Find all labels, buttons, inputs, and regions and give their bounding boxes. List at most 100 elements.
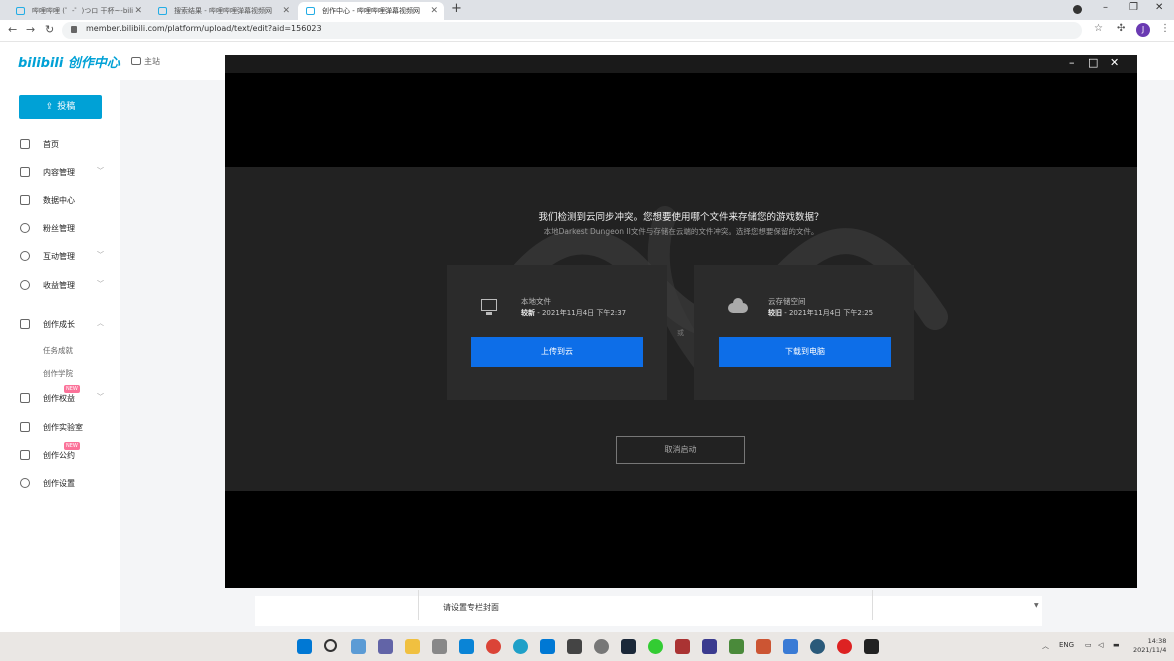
xbox-icon[interactable] bbox=[648, 639, 663, 654]
browser-tab-strip: 哔哩哔哩 (゜-゜)つロ 干杯~-bili ✕ 搜索结果 - 哔哩哔哩弹幕视频网… bbox=[0, 0, 1174, 20]
bilibili-favicon-icon bbox=[16, 7, 25, 15]
tab-close-icon[interactable]: ✕ bbox=[134, 2, 142, 20]
editor-area bbox=[255, 596, 1042, 626]
profile-avatar[interactable]: J bbox=[1136, 23, 1150, 37]
sidebar-item-interaction[interactable]: 互动管理 ﹀ bbox=[0, 246, 120, 266]
money-bag-icon bbox=[20, 280, 30, 290]
sidebar-item-data[interactable]: 数据中心 bbox=[0, 190, 120, 210]
sidebar-item-label: 创作公约 bbox=[43, 451, 75, 460]
sidebar-item-convention[interactable]: 创作公约 NEW bbox=[0, 442, 120, 465]
edge-icon[interactable] bbox=[513, 639, 528, 654]
browser-tab-active[interactable]: 创作中心 - 哔哩哔哩弹幕视频网 ✕ bbox=[298, 2, 444, 20]
download-to-pc-button[interactable]: 下载到电脑 bbox=[719, 337, 891, 367]
battery-icon[interactable]: ▬ bbox=[1113, 641, 1120, 649]
search-icon[interactable] bbox=[324, 639, 337, 652]
cover-setting-label[interactable]: 请设置专栏封面 bbox=[443, 602, 499, 613]
sidebar-item-settings[interactable]: 创作设置 bbox=[0, 473, 120, 493]
back-icon[interactable]: ← bbox=[8, 23, 17, 36]
window-close-button[interactable]: ✕ bbox=[1155, 2, 1163, 13]
clock[interactable]: 14:38 2021/11/4 bbox=[1133, 637, 1166, 655]
app-icon[interactable] bbox=[756, 639, 771, 654]
language-indicator[interactable]: ENG bbox=[1059, 641, 1074, 649]
home-link[interactable]: 主站 bbox=[131, 56, 160, 67]
chevron-down-icon: ﹀ bbox=[97, 280, 104, 288]
chat-app-icon[interactable] bbox=[378, 639, 393, 654]
home-link-label: 主站 bbox=[144, 57, 160, 66]
browser-menu-icon[interactable]: ⋮ bbox=[1160, 23, 1170, 34]
sidebar-item-lab[interactable]: 创作实验室 bbox=[0, 417, 120, 437]
cancel-launch-button[interactable]: 取消启动 bbox=[616, 436, 745, 464]
forward-icon[interactable]: → bbox=[26, 23, 35, 36]
scroll-down-icon[interactable]: ▼ bbox=[1034, 602, 1039, 609]
app-icon[interactable] bbox=[810, 639, 825, 654]
browser-tab[interactable]: 搜索结果 - 哔哩哔哩弹幕视频网 ✕ bbox=[150, 2, 296, 20]
windows-start-icon[interactable] bbox=[297, 639, 312, 654]
network-icon[interactable]: ▭ bbox=[1085, 641, 1092, 649]
sidebar-item-fans[interactable]: 粉丝管理 bbox=[0, 218, 120, 238]
graduation-cap-icon bbox=[20, 319, 30, 329]
task-view-icon[interactable] bbox=[351, 639, 366, 654]
steam-icon[interactable] bbox=[621, 639, 636, 654]
sidebar-item-rights[interactable]: 创作权益 NEW ﹀ bbox=[0, 385, 120, 408]
browser-tab[interactable]: 哔哩哔哩 (゜-゜)つロ 干杯~-bili ✕ bbox=[8, 2, 148, 20]
cloud-file-name: 云存储空间 bbox=[768, 297, 806, 306]
window-maximize-button[interactable]: ❐ bbox=[1129, 2, 1138, 13]
app-icon[interactable] bbox=[567, 639, 582, 654]
sidebar-item-label: 收益管理 bbox=[43, 281, 75, 290]
game-close-button[interactable]: ✕ bbox=[1110, 56, 1119, 69]
tab-title: 哔哩哔哩 (゜-゜)つロ 干杯~-bili bbox=[32, 7, 134, 15]
tv-icon bbox=[131, 57, 141, 65]
record-icon[interactable] bbox=[1073, 5, 1082, 14]
app-icon[interactable] bbox=[675, 639, 690, 654]
extensions-icon[interactable]: ✣ bbox=[1117, 23, 1125, 34]
chart-icon bbox=[20, 195, 30, 205]
bilibili-favicon-icon bbox=[306, 7, 315, 15]
file-explorer-icon[interactable] bbox=[405, 639, 420, 654]
new-tab-button[interactable]: + bbox=[451, 1, 462, 16]
tray-chevron-icon[interactable]: ︿ bbox=[1042, 641, 1049, 651]
divider bbox=[418, 590, 419, 620]
game-minimize-button[interactable]: – bbox=[1069, 56, 1075, 69]
store-icon[interactable] bbox=[540, 639, 555, 654]
tab-close-icon[interactable]: ✕ bbox=[282, 2, 290, 20]
sidebar-subitem-tasks[interactable]: 任务成就 bbox=[43, 345, 73, 356]
game-maximize-button[interactable]: □ bbox=[1088, 56, 1098, 69]
sidebar-item-home[interactable]: 首页 bbox=[0, 134, 120, 154]
sidebar-item-income[interactable]: 收益管理 ﹀ bbox=[0, 275, 120, 295]
volume-icon[interactable]: ◁ bbox=[1098, 641, 1103, 649]
upload-button[interactable]: ⇪ 投稿 bbox=[19, 95, 102, 119]
url-input[interactable]: member.bilibili.com/platform/upload/text… bbox=[62, 22, 1082, 39]
sidebar-subitem-academy[interactable]: 创作学院 bbox=[43, 368, 73, 379]
reload-icon[interactable]: ↻ bbox=[45, 23, 54, 36]
app-icon[interactable] bbox=[783, 639, 798, 654]
cloud-file-status: 较旧 bbox=[768, 309, 782, 317]
sidebar-item-label: 内容管理 bbox=[43, 168, 75, 177]
calendar-app-icon[interactable] bbox=[432, 639, 447, 654]
settings-icon[interactable] bbox=[594, 639, 609, 654]
sidebar-item-content[interactable]: 内容管理 ﹀ bbox=[0, 162, 120, 182]
app-icon[interactable] bbox=[864, 639, 879, 654]
chevron-up-icon: ︿ bbox=[97, 319, 104, 327]
window-minimize-button[interactable]: – bbox=[1103, 2, 1108, 13]
tab-title: 创作中心 - 哔哩哔哩弹幕视频网 bbox=[322, 7, 420, 15]
mail-icon[interactable] bbox=[459, 639, 474, 654]
bookmark-star-icon[interactable]: ☆ bbox=[1094, 23, 1103, 34]
dialog-subtitle: 本地Darkest Dungeon II文件与存储在云端的文件冲突。选择您想要保… bbox=[543, 227, 819, 236]
tab-close-icon[interactable]: ✕ bbox=[430, 2, 438, 20]
sidebar-item-label: 粉丝管理 bbox=[43, 224, 75, 233]
or-separator: 或 bbox=[677, 329, 684, 337]
app-icon[interactable] bbox=[837, 639, 852, 654]
flask-icon bbox=[20, 422, 30, 432]
chrome-icon[interactable] bbox=[486, 639, 501, 654]
bilibili-logo[interactable]: bilibili 创作中心 bbox=[18, 52, 120, 71]
chevron-down-icon: ﹀ bbox=[97, 167, 104, 175]
taskbar: ︿ ENG ▭ ◁ ▬ 14:38 2021/11/4 bbox=[0, 632, 1174, 661]
local-file-status: 较新 bbox=[521, 309, 535, 317]
upload-to-cloud-button[interactable]: 上传到云 bbox=[471, 337, 643, 367]
clock-time: 14:38 bbox=[1147, 637, 1167, 645]
sidebar-item-growth[interactable]: 创作成长 ︿ bbox=[0, 314, 120, 334]
bilibili-favicon-icon bbox=[158, 7, 167, 15]
app-icon[interactable] bbox=[729, 639, 744, 654]
app-icon[interactable] bbox=[702, 639, 717, 654]
sidebar-item-label: 数据中心 bbox=[43, 196, 75, 205]
